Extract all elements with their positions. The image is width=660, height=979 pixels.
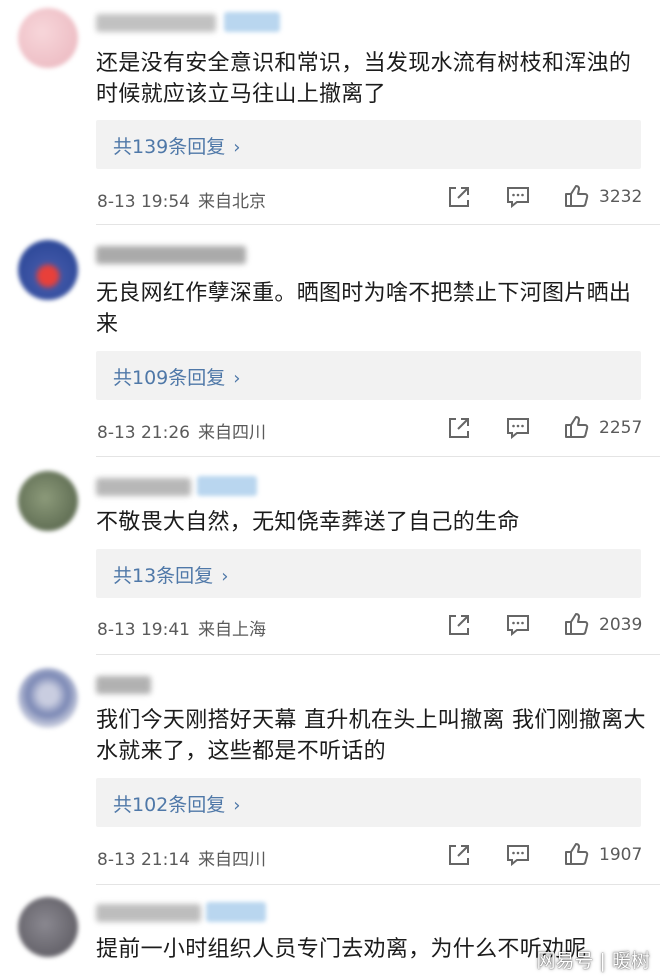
chevron-right-icon: › [233,368,241,389]
avatar[interactable] [18,897,78,957]
reply-summary[interactable]: 共139条回复 › [96,120,641,169]
comment-icon[interactable] [505,184,531,210]
share-icon[interactable] [446,415,472,441]
reply-count-link[interactable]: 共13条回复 [113,565,213,587]
watermark: 网易号 | 暖树 [536,950,650,972]
share-icon[interactable] [446,612,472,638]
username-blurred[interactable] [96,478,191,496]
comment-text: 我们今天刚搭好天幕 直升机在头上叫撤离 我们刚撤离大水就来了，这些都是不听话的 [96,708,646,764]
avatar[interactable] [18,668,78,728]
comment-text: 还是没有安全意识和常识，当发现水流有树枝和浑浊的时候就应该立马往山上撤离了 [96,51,632,107]
comment-meta: 8-13 19:54 来自北京 [97,187,266,212]
reply-count-link[interactable]: 共109条回复 [113,367,225,389]
timestamp: 8-13 21:14 [97,850,190,870]
reply-summary[interactable]: 共102条回复 › [96,778,641,827]
thumbs-up-icon[interactable] [564,183,590,209]
reply-count-link[interactable]: 共102条回复 [113,794,225,816]
divider [96,884,660,885]
comment-icon[interactable] [505,612,531,638]
thumbs-up-icon[interactable] [564,611,590,637]
comment-text: 不敬畏大自然，无知侥幸葬送了自己的生命 [96,510,520,535]
location: 来自四川 [197,423,266,443]
avatar[interactable] [18,8,78,68]
chevron-right-icon: › [233,137,241,158]
location: 来自上海 [197,620,266,640]
user-badge [197,476,257,496]
share-icon[interactable] [446,184,472,210]
username-blurred[interactable] [96,676,151,694]
divider [96,654,660,655]
comment-meta: 8-13 19:41 来自上海 [97,615,266,640]
comment-text: 无良网红作孽深重。晒图时为啥不把禁止下河图片晒出来 [96,281,632,337]
thumbs-up-icon[interactable] [564,841,590,867]
reply-count-link[interactable]: 共139条回复 [113,136,225,158]
divider [96,456,660,457]
reply-summary[interactable]: 共109条回复 › [96,351,641,400]
comment-icon[interactable] [505,415,531,441]
user-badge [224,12,280,32]
timestamp: 8-13 19:41 [97,620,190,640]
username-blurred[interactable] [96,904,201,922]
like-count: 1907 [599,845,643,865]
avatar[interactable] [18,240,78,300]
comment-meta: 8-13 21:26 来自四川 [97,418,266,443]
timestamp: 8-13 21:26 [97,423,190,443]
like-count: 3232 [599,187,643,207]
username-blurred[interactable] [96,246,246,264]
like-count: 2257 [599,418,643,438]
divider [96,224,660,225]
comment-meta: 8-13 21:14 来自四川 [97,845,266,870]
reply-summary[interactable]: 共13条回复 › [96,549,641,598]
user-badge [206,902,266,922]
thumbs-up-icon[interactable] [564,414,590,440]
location: 来自四川 [197,850,266,870]
comment-icon[interactable] [505,842,531,868]
username-blurred[interactable] [96,14,216,32]
location: 来自北京 [197,192,266,212]
like-count: 2039 [599,615,643,635]
avatar[interactable] [18,471,78,531]
chevron-right-icon: › [221,566,229,587]
share-icon[interactable] [446,842,472,868]
timestamp: 8-13 19:54 [97,192,190,212]
chevron-right-icon: › [233,795,241,816]
